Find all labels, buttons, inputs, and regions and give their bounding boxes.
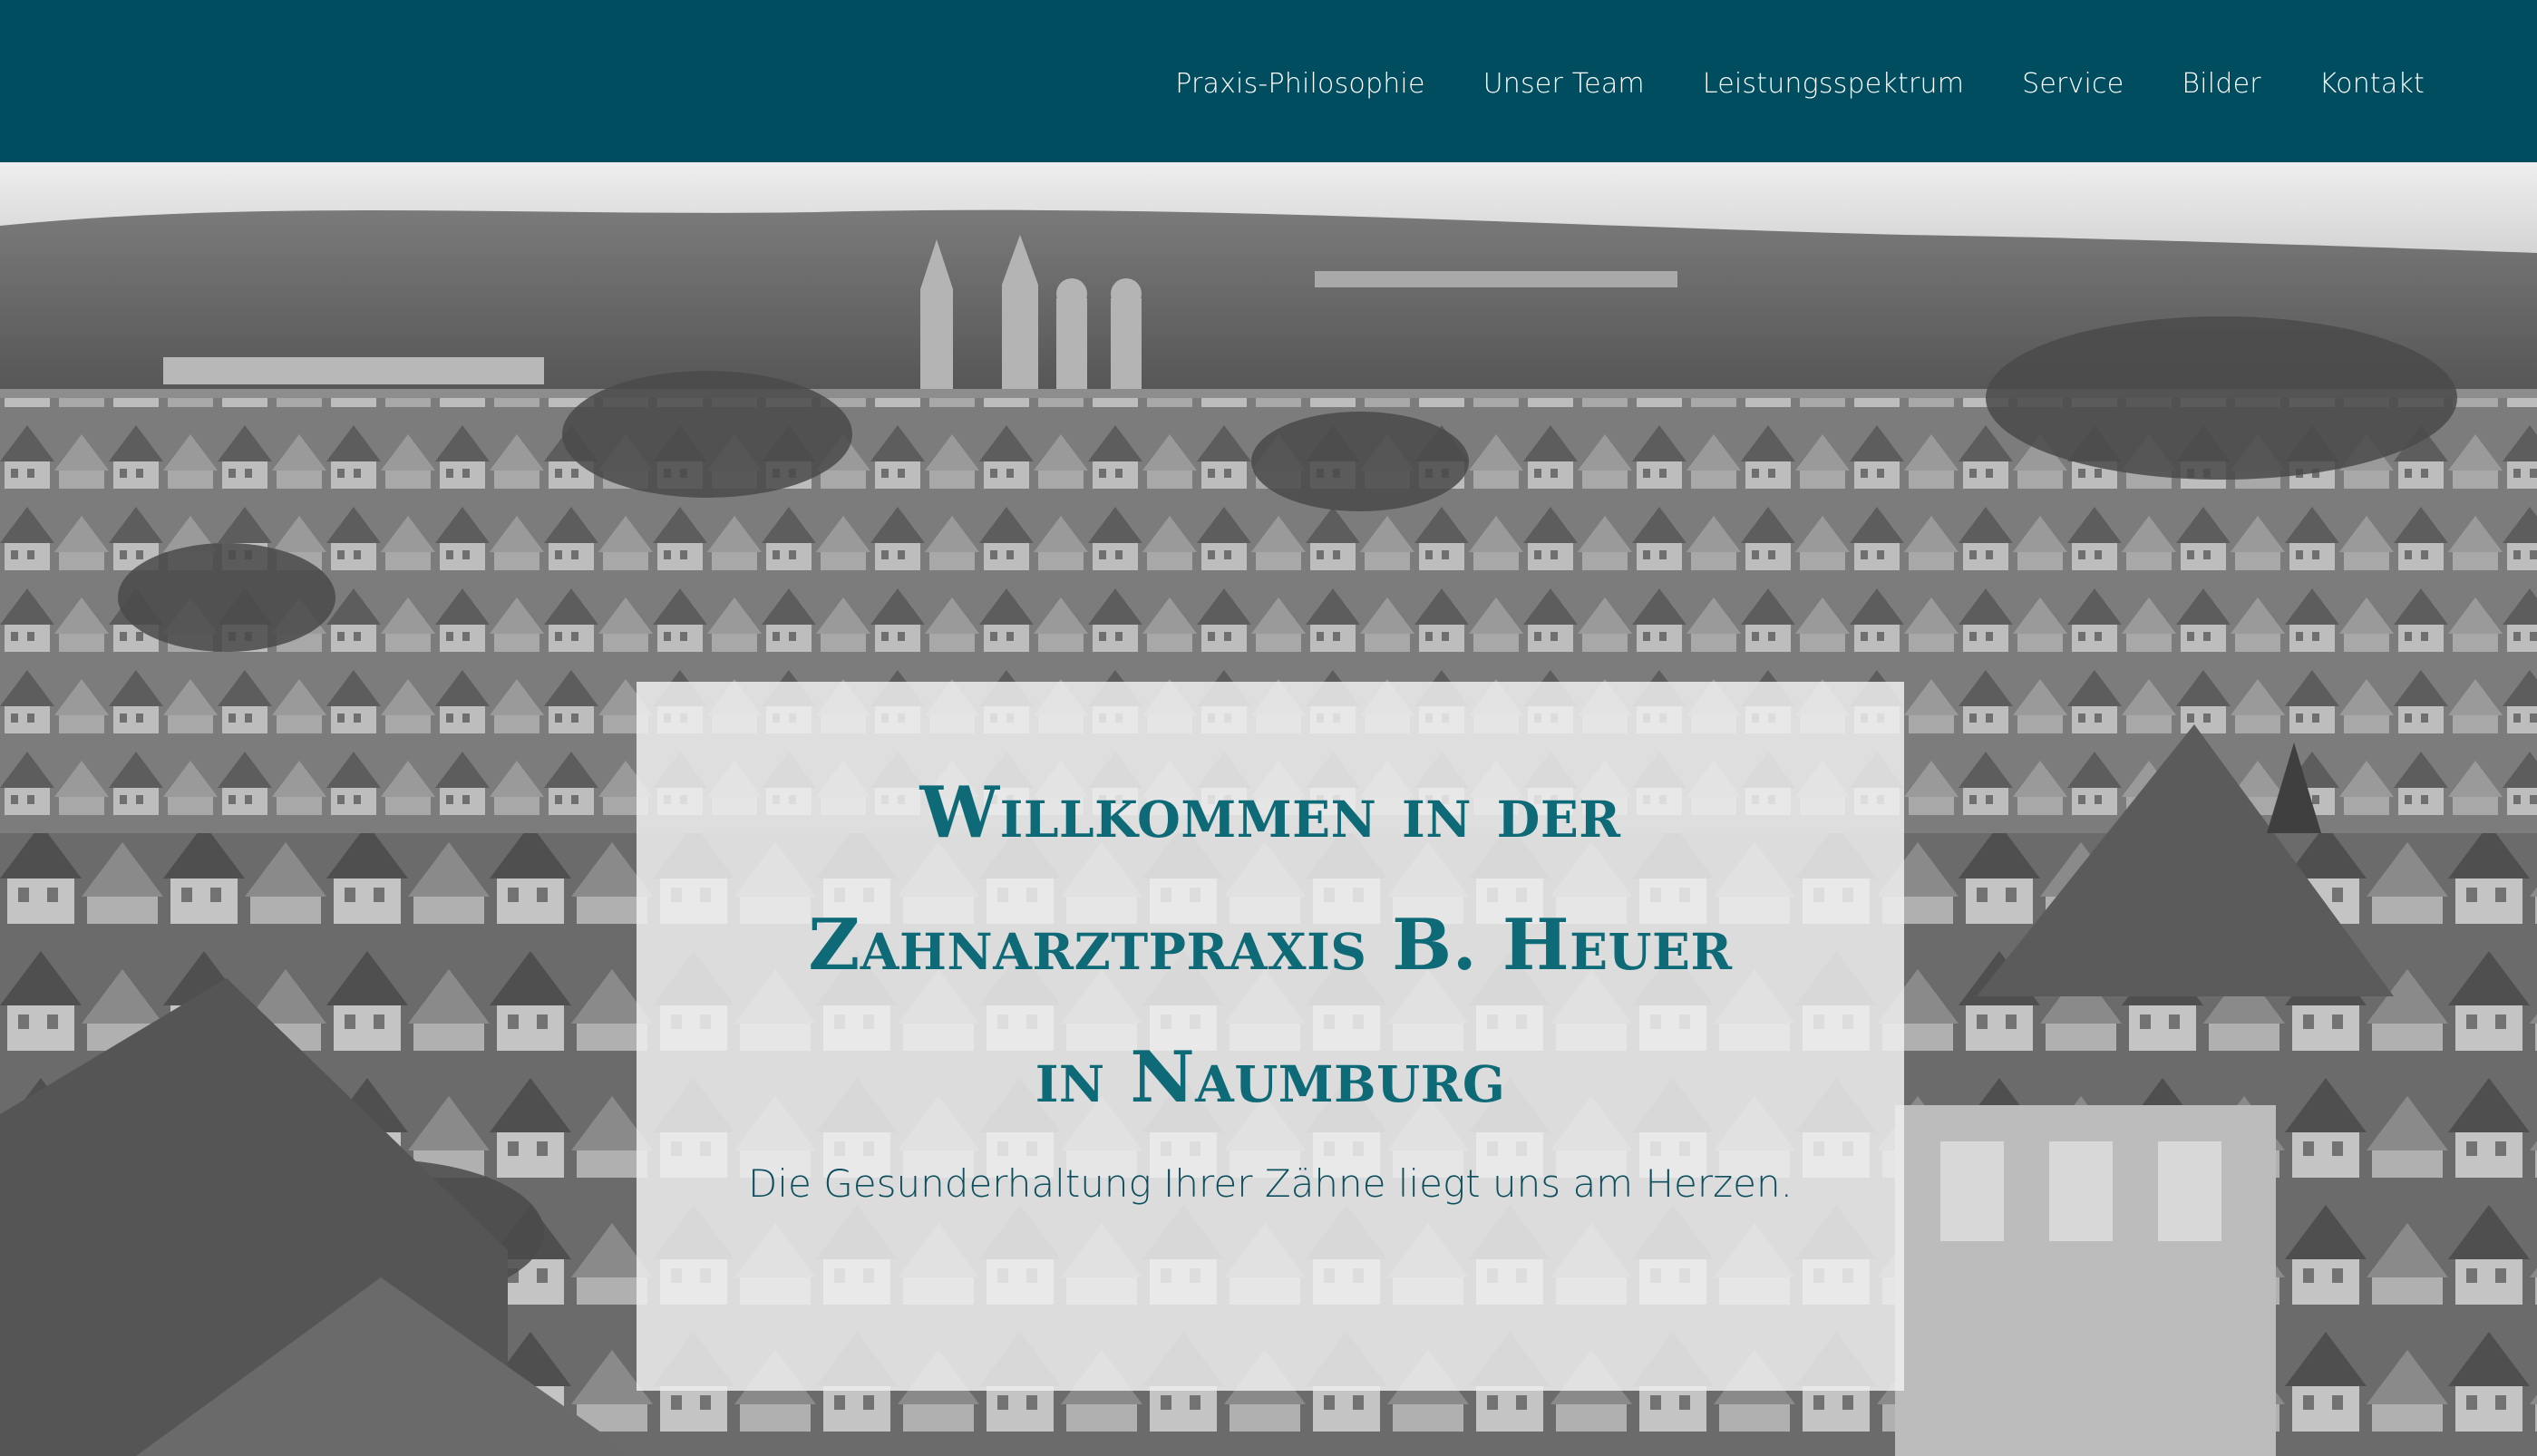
nav-item-praxis-philosophie[interactable]: Praxis-Philosophie bbox=[1175, 63, 1424, 100]
top-navigation-bar: Praxis-Philosophie Unser Team Leistungss… bbox=[0, 0, 2537, 162]
title-line-1: Willkommen in der bbox=[919, 772, 1621, 854]
welcome-box: Willkommen in der Zahnarztpraxis B. Heue… bbox=[637, 682, 1904, 1391]
hero-section: Willkommen in der Zahnarztpraxis B. Heue… bbox=[0, 162, 2537, 1456]
welcome-subtitle: Die Gesunderhaltung Ihrer Zähne liegt un… bbox=[748, 1161, 1793, 1206]
nav-item-bilder[interactable]: Bilder bbox=[2182, 63, 2260, 100]
nav-item-unser-team[interactable]: Unser Team bbox=[1483, 63, 1645, 100]
page: Praxis-Philosophie Unser Team Leistungss… bbox=[0, 0, 2537, 1456]
nav-item-kontakt[interactable]: Kontakt bbox=[2319, 63, 2425, 100]
title-line-2: Zahnarztpraxis B. Heuer bbox=[808, 904, 1733, 986]
nav-item-leistungsspektrum[interactable]: Leistungsspektrum bbox=[1703, 63, 1964, 100]
main-menu: Praxis-Philosophie Unser Team Leistungss… bbox=[1175, 0, 2425, 162]
title-line-3: in Naumburg bbox=[1035, 1036, 1506, 1119]
page-title: Willkommen in der Zahnarztpraxis B. Heue… bbox=[673, 747, 1868, 1144]
nav-item-service[interactable]: Service bbox=[2022, 63, 2124, 100]
